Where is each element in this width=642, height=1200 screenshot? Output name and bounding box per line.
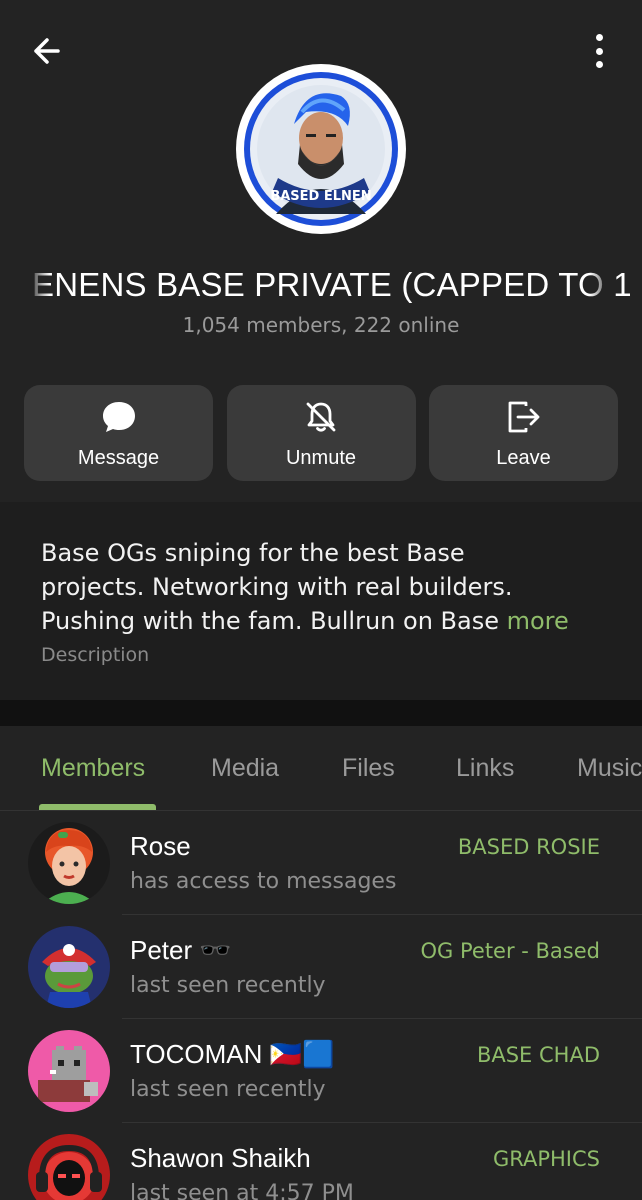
member-row[interactable]: TOCOMAN 🇵🇭🟦 last seen recently BASE CHAD <box>0 1019 642 1123</box>
member-row[interactable]: Shawon Shaikh last seen at 4:57 PM GRAPH… <box>0 1123 642 1200</box>
tab-members[interactable]: Members <box>41 754 145 783</box>
section-divider <box>0 700 642 726</box>
profile-header: BASED ELNEN ENENS BASE PRIVATE (CAPPED T… <box>0 0 642 502</box>
unmute-button[interactable]: Unmute <box>226 385 416 481</box>
message-button[interactable]: Message <box>24 385 213 481</box>
chat-bubble-icon <box>99 399 139 435</box>
avatar <box>28 1134 110 1200</box>
avatar <box>28 1030 110 1112</box>
action-buttons: Message Unmute Leave <box>24 385 618 481</box>
group-avatar[interactable]: BASED ELNEN <box>236 64 406 234</box>
avatar <box>28 822 110 904</box>
group-title: ENENS BASE PRIVATE (CAPPED TO 1 <box>0 266 642 310</box>
leave-label: Leave <box>496 447 551 469</box>
member-name: Shawon Shaikh <box>130 1143 311 1173</box>
avatar-banner-text: BASED ELNEN <box>270 189 371 204</box>
exit-icon <box>504 399 544 435</box>
more-link[interactable]: more <box>507 607 569 635</box>
tab-music[interactable]: Music <box>577 754 642 783</box>
member-row[interactable]: Rose has access to messages BASED ROSIE <box>0 811 642 915</box>
member-name: Peter 🕶️ <box>130 935 232 965</box>
member-list: Rose has access to messages BASED ROSIE … <box>0 811 642 1200</box>
tab-links[interactable]: Links <box>456 754 514 783</box>
more-options-button[interactable] <box>584 34 614 68</box>
active-tab-indicator <box>39 804 156 810</box>
member-role: OG Peter - Based <box>420 939 601 963</box>
member-status: last seen recently <box>130 1077 326 1102</box>
member-status: last seen recently <box>130 973 326 998</box>
description-text: Base OGs sniping for the best Base proje… <box>41 536 601 638</box>
tab-files[interactable]: Files <box>342 754 395 783</box>
member-count: 1,054 members, 222 online <box>182 313 460 337</box>
arrow-left-icon <box>34 38 60 64</box>
description-line: projects. Networking with real builders. <box>41 573 513 601</box>
kebab-dot <box>595 61 603 68</box>
member-role: BASE CHAD <box>476 1043 600 1067</box>
avatar <box>28 926 110 1008</box>
description-line: Base OGs sniping for the best Base <box>41 539 465 567</box>
description-section: Base OGs sniping for the best Base proje… <box>0 502 642 700</box>
media-tabs: Members Media Files Links Music <box>0 726 642 811</box>
description-line-text: Pushing with the fam. Bullrun on Base <box>41 607 499 635</box>
description-line: Pushing with the fam. Bullrun on Base mo… <box>41 604 601 638</box>
member-status: has access to messages <box>130 869 397 894</box>
message-label: Message <box>77 447 160 469</box>
member-name: TOCOMAN 🇵🇭🟦 <box>130 1039 335 1069</box>
member-row[interactable]: Peter 🕶️ last seen recently OG Peter - B… <box>0 915 642 1019</box>
member-name: Rose <box>130 831 191 861</box>
unmute-label: Unmute <box>285 447 357 469</box>
back-button[interactable] <box>28 32 68 70</box>
member-role: GRAPHICS <box>492 1147 600 1171</box>
kebab-dot <box>595 34 603 41</box>
description-label: Description <box>41 644 150 666</box>
member-role: BASED ROSIE <box>457 835 600 859</box>
kebab-dot <box>595 47 603 55</box>
tab-media[interactable]: Media <box>211 754 279 783</box>
leave-button[interactable]: Leave <box>429 385 618 481</box>
bell-off-icon <box>301 399 341 435</box>
member-status: last seen at 4:57 PM <box>130 1181 354 1200</box>
